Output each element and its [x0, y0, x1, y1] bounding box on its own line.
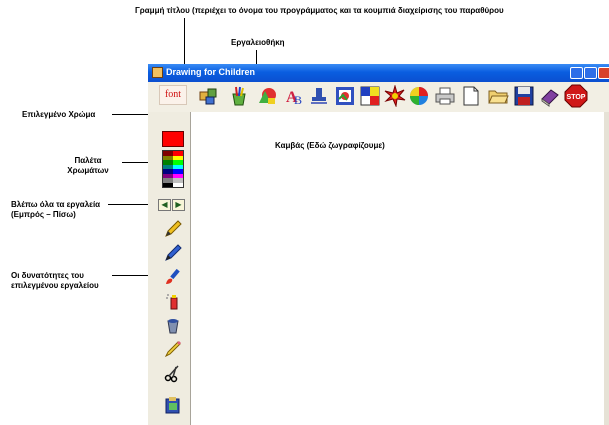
printer-icon[interactable] [432, 84, 458, 108]
title-bar-annotation: Γραμμή τίτλου (περιέχει το όνομα του προ… [135, 6, 504, 15]
minimize-button[interactable] [570, 67, 583, 79]
paintbrush-icon[interactable] [162, 267, 184, 287]
tool-options-annotation: Οι δυνατότητες του επιλεγμένου εργαλείου [11, 271, 99, 290]
selected-color-annotation: Επιλεγμένο Χρώμα [22, 110, 96, 119]
spray-can-icon[interactable] [162, 291, 184, 311]
open-folder-icon[interactable] [485, 84, 511, 108]
stop-label: STOP [567, 94, 586, 101]
palette-swatch[interactable] [173, 182, 183, 187]
see-tools-annotation: Βλέπω όλα τα εργαλεία (Εμπρός – Πίσω) [11, 200, 101, 219]
puzzle-icon[interactable] [195, 84, 221, 108]
pencil-icon[interactable] [162, 219, 184, 239]
palette-swatch[interactable] [163, 182, 173, 187]
selected-color-swatch [162, 131, 184, 147]
svg-text:B: B [294, 93, 302, 107]
swirl-icon[interactable] [406, 84, 432, 108]
clipboard-icon[interactable] [162, 395, 184, 415]
new-page-icon[interactable] [458, 84, 484, 108]
canvas-annotation: Καμβάς (Εδώ ζωγραφίζουμε) [275, 141, 385, 150]
drawing-canvas[interactable] [191, 112, 609, 425]
scissors-icon[interactable] [162, 363, 184, 383]
frame-icon[interactable] [332, 84, 358, 108]
window-title: Drawing for Children [166, 67, 256, 77]
paint-cup-icon[interactable] [226, 84, 252, 108]
color-shapes-icon[interactable] [254, 84, 280, 108]
paint-bucket-icon[interactable] [162, 315, 184, 335]
stamp-icon[interactable] [306, 84, 332, 108]
book-icon[interactable] [537, 84, 563, 108]
flag-icon[interactable] [357, 84, 383, 108]
vertical-scrollbar[interactable] [604, 112, 609, 425]
color-palette[interactable] [162, 150, 184, 188]
toolbox-annotation: Εργαλειοθήκη [231, 38, 285, 47]
app-icon [152, 67, 163, 78]
font-button[interactable]: font [159, 85, 187, 105]
pen-icon[interactable] [162, 243, 184, 263]
crayon-icon[interactable] [162, 339, 184, 359]
letters-icon[interactable]: AB [281, 84, 307, 108]
title-bar-pointer [184, 18, 185, 66]
back-tools-button[interactable]: ◀ [158, 199, 171, 211]
save-disk-icon[interactable] [511, 84, 537, 108]
stop-icon[interactable]: STOP [563, 84, 589, 108]
maximize-button[interactable] [584, 67, 597, 79]
close-button[interactable] [598, 67, 609, 79]
palette-annotation: Παλέτα Χρωμάτων [67, 156, 109, 175]
forward-tools-button[interactable]: ▶ [172, 199, 185, 211]
burst-icon[interactable] [382, 84, 408, 108]
